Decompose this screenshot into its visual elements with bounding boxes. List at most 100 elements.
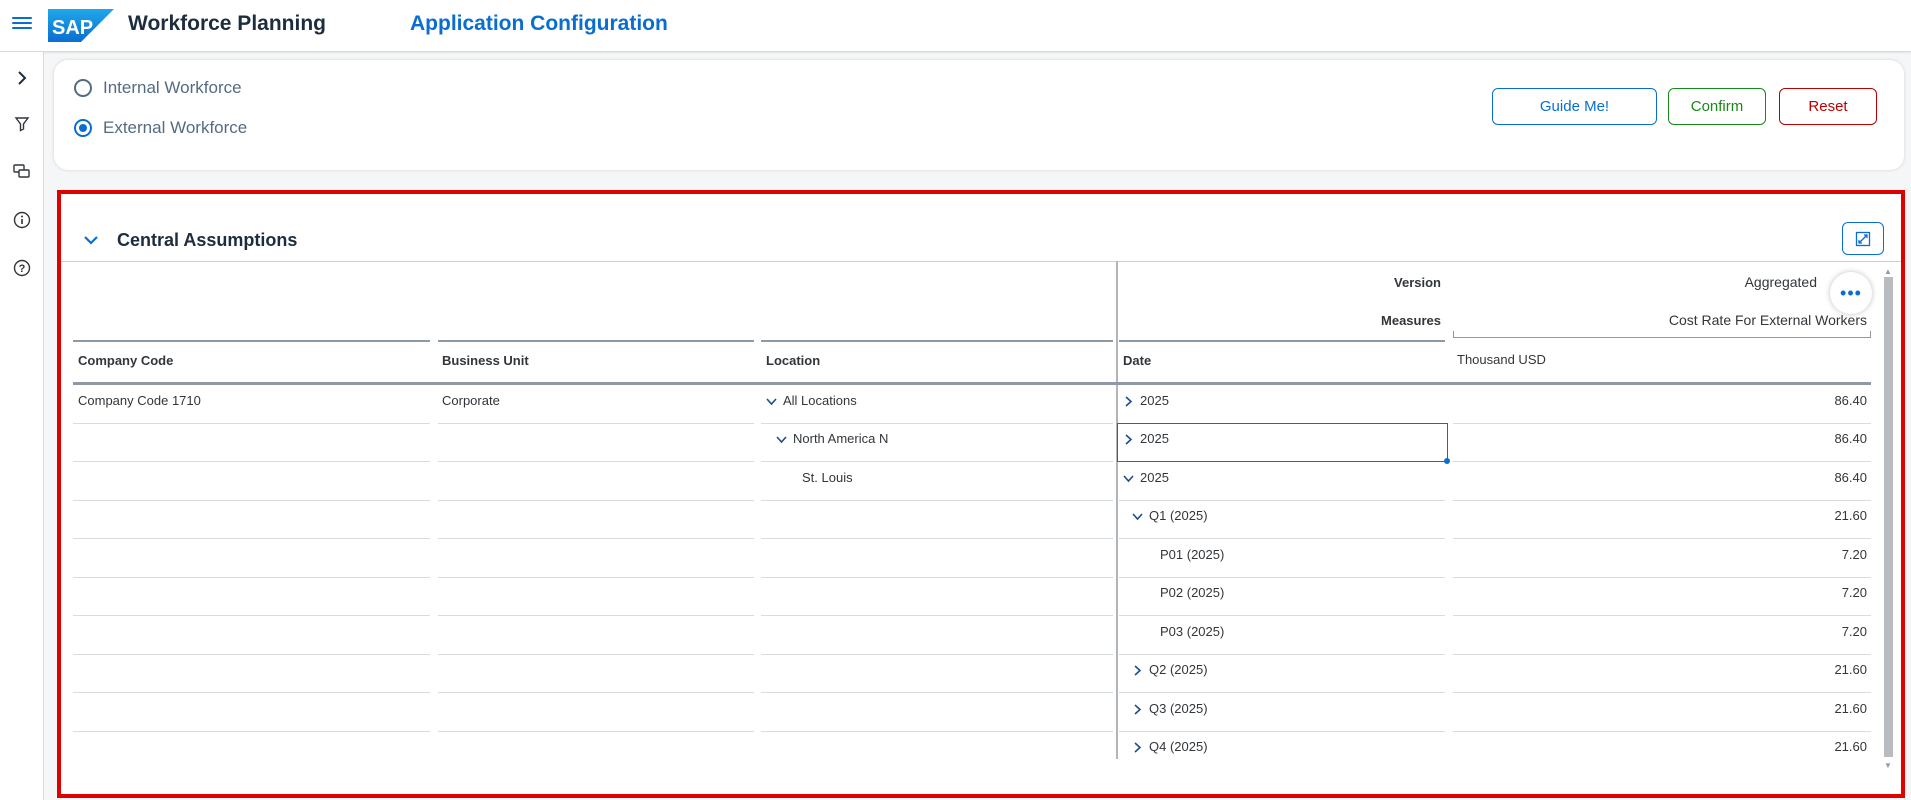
date-cell[interactable]: 2025 — [1123, 470, 1169, 485]
measures-label: Measures — [1381, 313, 1441, 328]
value-cell[interactable]: 86.40 — [1661, 470, 1867, 485]
grid-divider — [61, 261, 1901, 262]
value-cell[interactable]: 21.60 — [1661, 662, 1867, 677]
date-cell[interactable]: Q2 (2025) — [1132, 662, 1208, 677]
chevron-down-icon[interactable] — [1132, 511, 1143, 522]
location-cell-all[interactable]: All Locations — [766, 393, 857, 408]
radio-external-workforce[interactable]: External Workforce — [74, 118, 247, 138]
value-cell[interactable]: 7.20 — [1661, 585, 1867, 600]
row-divider — [73, 538, 430, 539]
fullscreen-icon[interactable] — [1842, 222, 1884, 255]
value-cell[interactable]: 86.40 — [1661, 393, 1867, 408]
workforce-selection-card: Internal Workforce External Workforce Gu… — [54, 60, 1904, 170]
section-title: Central Assumptions — [117, 230, 298, 250]
radio-button-selected[interactable] — [74, 119, 92, 137]
chevron-down-icon[interactable] — [1123, 473, 1134, 484]
row-divider — [438, 461, 754, 462]
date-cell[interactable]: Q1 (2025) — [1132, 508, 1208, 523]
radio-button[interactable] — [74, 79, 92, 97]
location-cell-north-america[interactable]: North America N — [776, 431, 888, 446]
app-title: Workforce Planning — [128, 12, 326, 35]
row-divider — [1453, 423, 1871, 424]
reset-button[interactable]: Reset — [1779, 88, 1877, 125]
row-divider — [438, 538, 754, 539]
info-icon[interactable] — [8, 206, 36, 234]
row-divider — [438, 615, 754, 616]
header-line — [73, 340, 430, 342]
more-options-icon[interactable]: ••• — [1830, 272, 1872, 314]
row-divider — [438, 500, 754, 501]
location-label: All Locations — [783, 393, 857, 408]
scroll-down-icon[interactable]: ▼ — [1884, 761, 1892, 770]
chevron-right-icon[interactable] — [8, 64, 36, 92]
chevron-down-icon[interactable] — [776, 436, 787, 444]
hamburger-menu-icon[interactable] — [12, 14, 32, 32]
row-divider — [761, 538, 1113, 539]
date-cell[interactable]: P02 (2025) — [1160, 585, 1224, 600]
date-cell[interactable]: Q3 (2025) — [1132, 701, 1208, 716]
value-cell[interactable]: 7.20 — [1661, 547, 1867, 562]
column-header-location[interactable]: Location — [766, 353, 820, 368]
row-divider — [1119, 692, 1445, 693]
measures-value: Cost Rate For External Workers — [1668, 312, 1867, 328]
column-header-company-code[interactable]: Company Code — [78, 353, 173, 368]
row-divider — [73, 577, 430, 578]
business-unit-cell[interactable]: Corporate — [442, 393, 500, 408]
row-divider — [761, 692, 1113, 693]
chevron-right-icon[interactable] — [1123, 396, 1134, 407]
value-cell[interactable]: 86.40 — [1661, 431, 1867, 446]
row-divider — [1453, 731, 1871, 732]
unit-header: Thousand USD — [1457, 352, 1546, 367]
collapse-chevron-icon[interactable] — [83, 232, 99, 250]
page-title[interactable]: Application Configuration — [410, 12, 668, 36]
chevron-right-icon[interactable] — [1132, 742, 1143, 753]
help-icon[interactable]: ? — [8, 254, 36, 282]
value-cell[interactable]: 7.20 — [1661, 624, 1867, 639]
company-code-cell[interactable]: Company Code 1710 — [78, 393, 201, 408]
radio-label: Internal Workforce — [103, 78, 242, 97]
side-navigation: ? — [0, 52, 44, 800]
radio-internal-workforce[interactable]: Internal Workforce — [74, 78, 242, 98]
date-label: Q2 (2025) — [1149, 662, 1208, 677]
date-cell[interactable]: P03 (2025) — [1160, 624, 1224, 639]
selection-handle[interactable] — [1444, 458, 1450, 464]
row-divider — [1119, 538, 1445, 539]
header-separator — [73, 382, 1871, 385]
scroll-up-icon[interactable]: ▲ — [1884, 267, 1892, 276]
filter-icon[interactable] — [8, 110, 36, 138]
value-cell[interactable]: 21.60 — [1661, 739, 1867, 754]
chevron-down-icon[interactable] — [766, 398, 777, 406]
vertical-scrollbar[interactable] — [1884, 277, 1893, 757]
date-cell[interactable]: P01 (2025) — [1160, 547, 1224, 562]
chevron-right-icon[interactable] — [1123, 434, 1134, 445]
row-divider — [73, 500, 430, 501]
chevron-right-icon[interactable] — [1132, 704, 1143, 715]
row-divider — [73, 423, 430, 424]
guide-me-button[interactable]: Guide Me! — [1492, 88, 1657, 125]
location-cell-st-louis[interactable]: St. Louis — [802, 470, 853, 485]
location-label: North America N — [793, 431, 889, 446]
row-divider — [1119, 577, 1445, 578]
confirm-button[interactable]: Confirm — [1668, 88, 1766, 125]
column-header-business-unit[interactable]: Business Unit — [442, 353, 529, 368]
row-divider — [73, 461, 430, 462]
date-label: Q3 (2025) — [1149, 701, 1208, 716]
comments-icon[interactable] — [8, 158, 36, 186]
date-cell[interactable]: Q4 (2025) — [1132, 739, 1208, 754]
chevron-right-icon[interactable] — [1132, 665, 1143, 676]
date-cell[interactable]: 2025 — [1123, 431, 1169, 446]
central-assumptions-panel: Central Assumptions Version Aggregated M… — [57, 190, 1905, 798]
date-cell[interactable]: 2025 — [1123, 393, 1169, 408]
date-label: P01 (2025) — [1160, 547, 1225, 562]
value-cell[interactable]: 21.60 — [1661, 508, 1867, 523]
row-divider — [73, 615, 430, 616]
header-line — [438, 340, 754, 342]
row-divider — [1119, 500, 1445, 501]
date-label: 2025 — [1140, 431, 1169, 446]
row-divider — [761, 731, 1113, 732]
row-divider — [761, 423, 1113, 424]
radio-label: External Workforce — [103, 118, 248, 137]
value-cell[interactable]: 21.60 — [1661, 701, 1867, 716]
column-header-date[interactable]: Date — [1123, 353, 1151, 368]
shell-header: SAP Workforce Planning Application Confi… — [0, 0, 1911, 52]
